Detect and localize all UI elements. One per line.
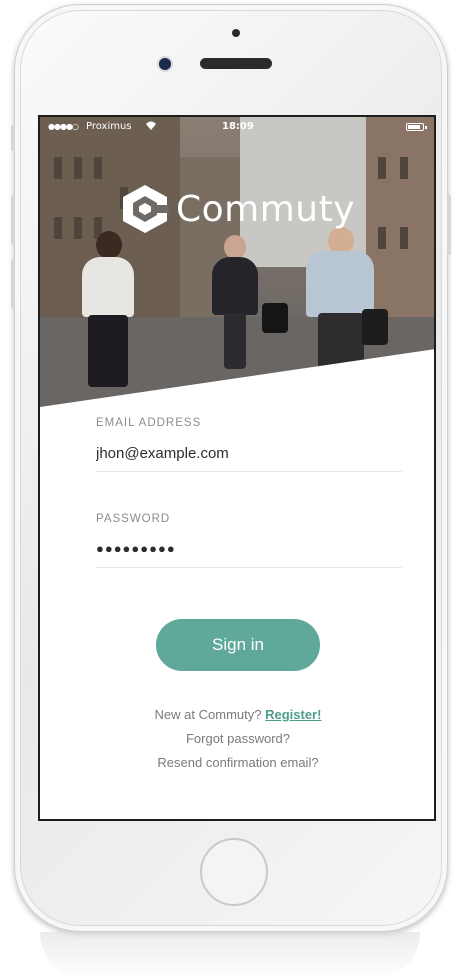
app-screen: ●●●●○ Proximus 18:09 Commuty EMAIL ADDRE…	[38, 115, 436, 821]
register-line: New at Commuty? Register!	[40, 707, 434, 722]
phone-reflection	[40, 932, 420, 980]
hero-image: ●●●●○ Proximus 18:09 Commuty	[40, 117, 434, 407]
wifi-icon	[144, 120, 158, 134]
email-underline	[96, 471, 402, 472]
register-link[interactable]: Register!	[265, 707, 321, 722]
status-bar: ●●●●○ Proximus 18:09	[40, 117, 434, 137]
password-underline	[96, 567, 402, 568]
email-label: EMAIL ADDRESS	[96, 417, 202, 429]
hexagon-c-logo-icon	[123, 185, 169, 233]
hero-man-body	[306, 251, 374, 317]
home-button[interactable]	[200, 838, 268, 906]
hero-window	[74, 217, 82, 239]
password-label: PASSWORD	[96, 513, 171, 525]
hero-cyclist-head	[224, 235, 246, 259]
front-camera-icon	[159, 58, 171, 70]
hero-window	[378, 227, 386, 249]
mute-switch	[11, 125, 15, 151]
forgot-password-link[interactable]: Forgot password?	[40, 731, 434, 746]
register-prefix: New at Commuty?	[154, 707, 262, 722]
hero-briefcase	[262, 303, 288, 333]
email-field[interactable]	[96, 445, 402, 462]
hero-person-legs	[88, 315, 128, 387]
hero-bicycle	[224, 313, 246, 369]
password-field[interactable]	[96, 541, 402, 556]
battery-icon	[406, 123, 427, 131]
resend-confirmation-link[interactable]: Resend confirmation email?	[40, 755, 434, 770]
hero-jacket	[362, 309, 388, 345]
hero-window	[74, 157, 82, 179]
hero-window	[54, 157, 62, 179]
hero-window	[94, 157, 102, 179]
brand-name: Commuty	[176, 189, 356, 230]
status-time: 18:09	[222, 121, 254, 132]
volume-down-button	[11, 259, 15, 309]
earpiece-speaker	[200, 58, 272, 69]
signal-strength: ●●●●○	[48, 122, 79, 131]
carrier-name: Proximus	[86, 121, 132, 132]
hero-window	[54, 217, 62, 239]
signin-button[interactable]: Sign in	[156, 619, 320, 671]
hero-window	[400, 157, 408, 179]
hero-person-head	[96, 231, 122, 259]
volume-up-button	[11, 195, 15, 245]
hero-window	[400, 227, 408, 249]
power-button	[447, 195, 451, 255]
hero-cyclist-body	[212, 257, 258, 315]
hero-person-body	[82, 257, 134, 317]
hero-window	[378, 157, 386, 179]
proximity-sensor	[232, 29, 240, 37]
